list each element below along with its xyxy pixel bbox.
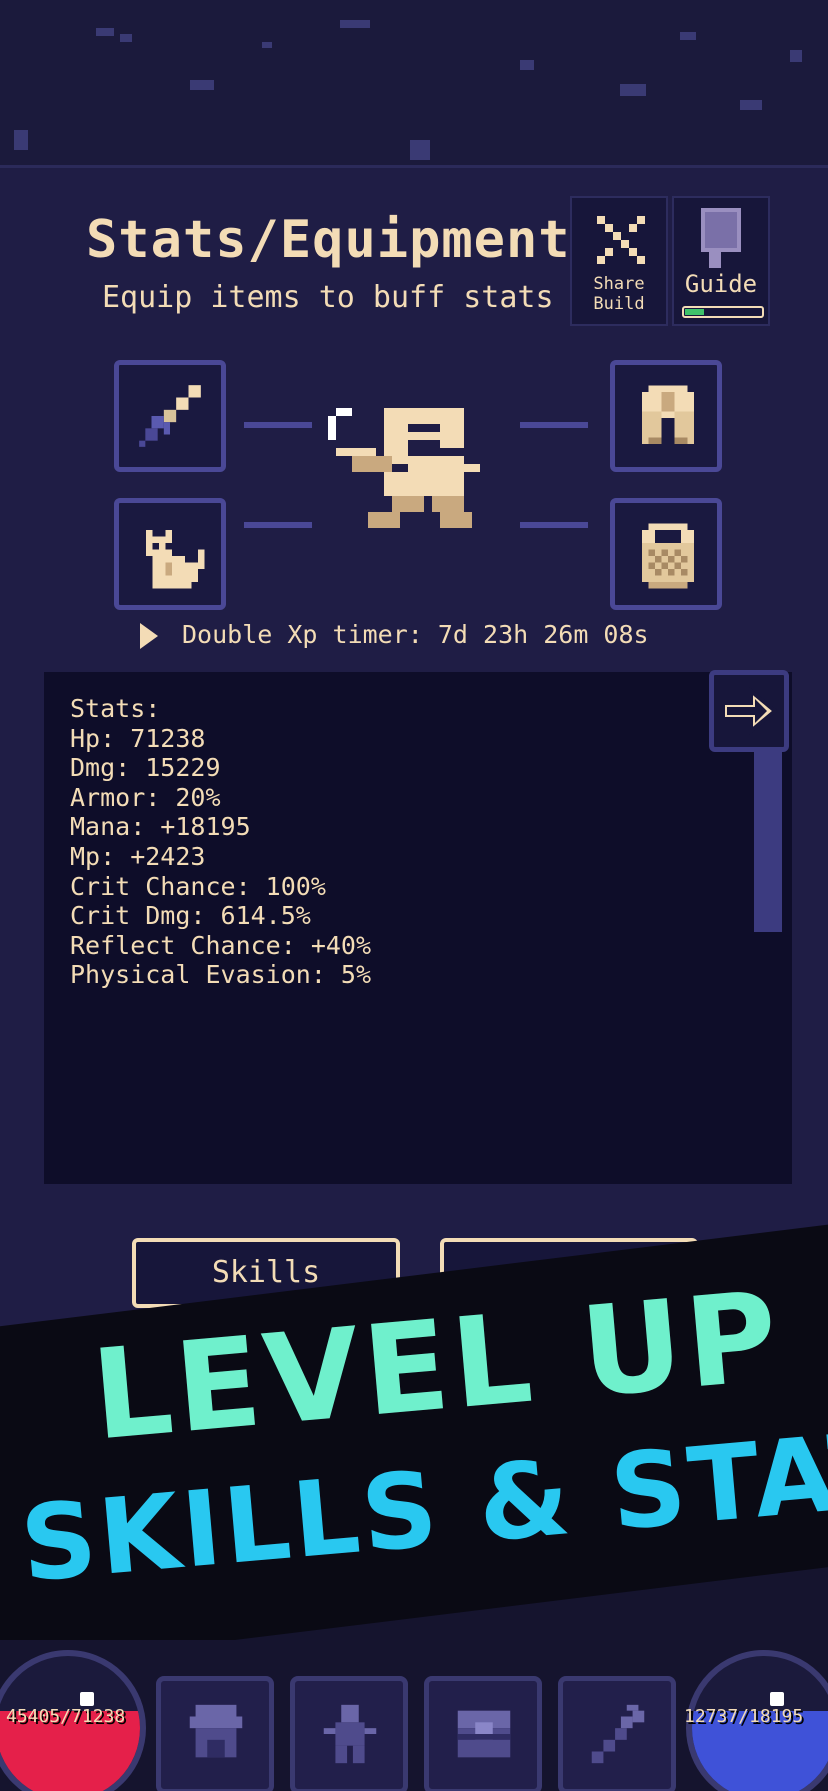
connector-line [520, 422, 588, 428]
arrow-right-icon [721, 687, 779, 735]
chainmail-icon [642, 523, 694, 589]
pet-slot[interactable] [114, 498, 226, 610]
stat-line: Hp: 71238 [70, 723, 206, 753]
play-icon [140, 623, 158, 649]
stats-heading: Stats: [70, 694, 161, 723]
stat-line: Dmg: 15229 [70, 753, 221, 783]
sword-icon [139, 385, 201, 447]
cat-icon [146, 530, 205, 589]
guide-progress-fill [685, 309, 704, 315]
hp-text: 45405/71238 [6, 1706, 126, 1727]
weapon-slot[interactable] [114, 360, 226, 472]
chest-icon [457, 1710, 511, 1758]
crossed-swords-icon [597, 216, 645, 264]
timer-text: Double Xp timer: 7d 23h 26m 08s [182, 620, 649, 649]
helmet-slot[interactable] [610, 360, 722, 472]
page-subtitle: Equip items to buff stats [102, 280, 554, 315]
home-icon [189, 1704, 243, 1758]
share-label: Share [593, 274, 645, 294]
scrollbar[interactable] [754, 752, 782, 932]
stat-line: Mana: +18195 [70, 812, 251, 842]
stat-line: Reflect Chance: +40% [70, 930, 372, 960]
wrench-icon [591, 1704, 645, 1764]
character-icon [323, 1704, 377, 1764]
orb-shine [80, 1692, 94, 1706]
next-arrow-button[interactable] [709, 670, 789, 752]
orb-shine [770, 1692, 784, 1706]
stat-line: Armor: 20% [70, 782, 221, 812]
stat-line: Crit Chance: 100% [70, 871, 326, 901]
page-title: Stats/Equipment [86, 210, 571, 270]
helmet-icon [642, 385, 694, 444]
top-background [0, 0, 828, 168]
settings-button[interactable] [558, 1676, 676, 1791]
connector-line [244, 422, 312, 428]
build-label: Build [593, 294, 645, 314]
double-xp-timer: Double Xp timer: 7d 23h 26m 08s [140, 620, 649, 649]
connector-line [520, 522, 588, 528]
stat-line: Mp: +2423 [70, 841, 206, 871]
connector-line [244, 522, 312, 528]
guide-button[interactable]: Guide [672, 196, 770, 326]
guide-label: Guide [684, 270, 758, 298]
guide-progress-bar [682, 306, 764, 318]
book-icon [701, 208, 741, 268]
share-build-button[interactable]: Share Build [570, 196, 668, 326]
inventory-button[interactable] [424, 1676, 542, 1791]
home-button[interactable] [156, 1676, 274, 1791]
armor-slot[interactable] [610, 498, 722, 610]
character-button[interactable] [290, 1676, 408, 1791]
mp-text: 12737/18195 [684, 1706, 804, 1727]
stat-line: Physical Evasion: 5% [70, 960, 372, 990]
character-sprite [328, 408, 480, 528]
stats-box: Stats: Hp: 71238 Dmg: 15229 Armor: 20% M… [44, 670, 792, 1184]
stats-list: Stats: Hp: 71238 Dmg: 15229 Armor: 20% M… [70, 694, 371, 990]
stat-line: Crit Dmg: 614.5% [70, 901, 311, 931]
